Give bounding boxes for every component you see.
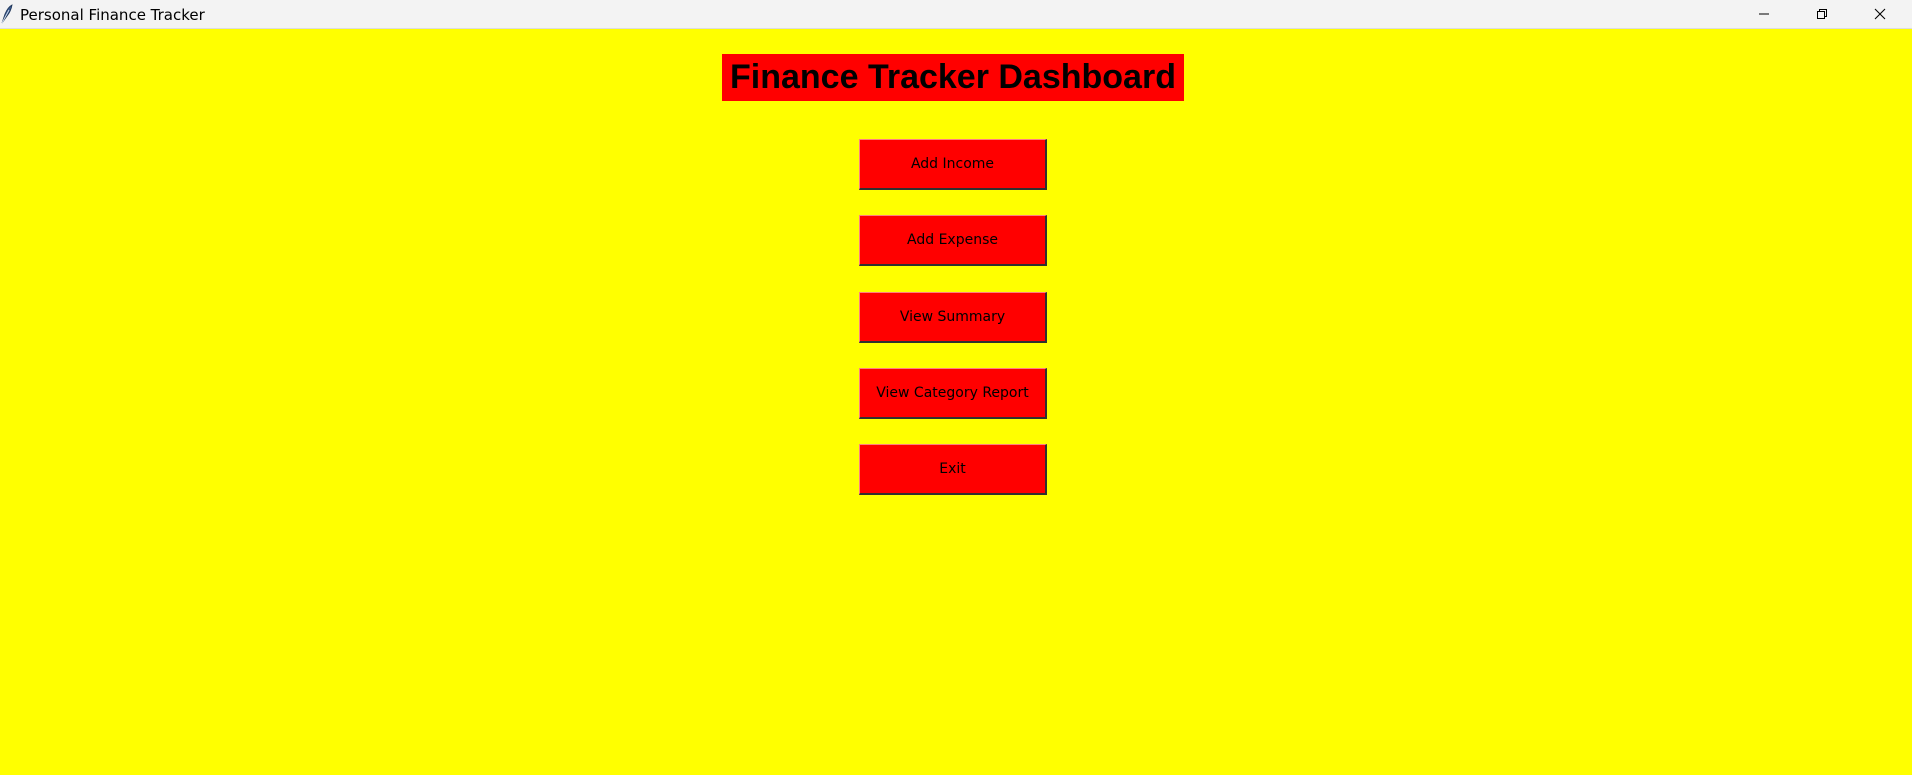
dashboard-title: Finance Tracker Dashboard [722, 54, 1184, 101]
add-income-button[interactable]: Add Income [859, 139, 1047, 190]
exit-button[interactable]: Exit [859, 444, 1047, 495]
view-category-report-button[interactable]: View Category Report [859, 368, 1047, 419]
maximize-button[interactable] [1793, 0, 1851, 28]
restore-icon [1816, 8, 1828, 20]
view-summary-button[interactable]: View Summary [859, 292, 1047, 343]
window-title: Personal Finance Tracker [20, 6, 205, 24]
close-button[interactable] [1851, 0, 1909, 28]
close-icon [1874, 8, 1886, 20]
app-window: Personal Finance Tracker Finance Tracker… [0, 0, 1912, 775]
feather-app-icon [0, 4, 14, 24]
dashboard-panel: Finance Tracker Dashboard Add Income Add… [0, 29, 1912, 775]
minimize-icon [1758, 8, 1770, 20]
title-bar[interactable]: Personal Finance Tracker [0, 0, 1912, 29]
minimize-button[interactable] [1735, 0, 1793, 28]
add-expense-button[interactable]: Add Expense [859, 215, 1047, 266]
